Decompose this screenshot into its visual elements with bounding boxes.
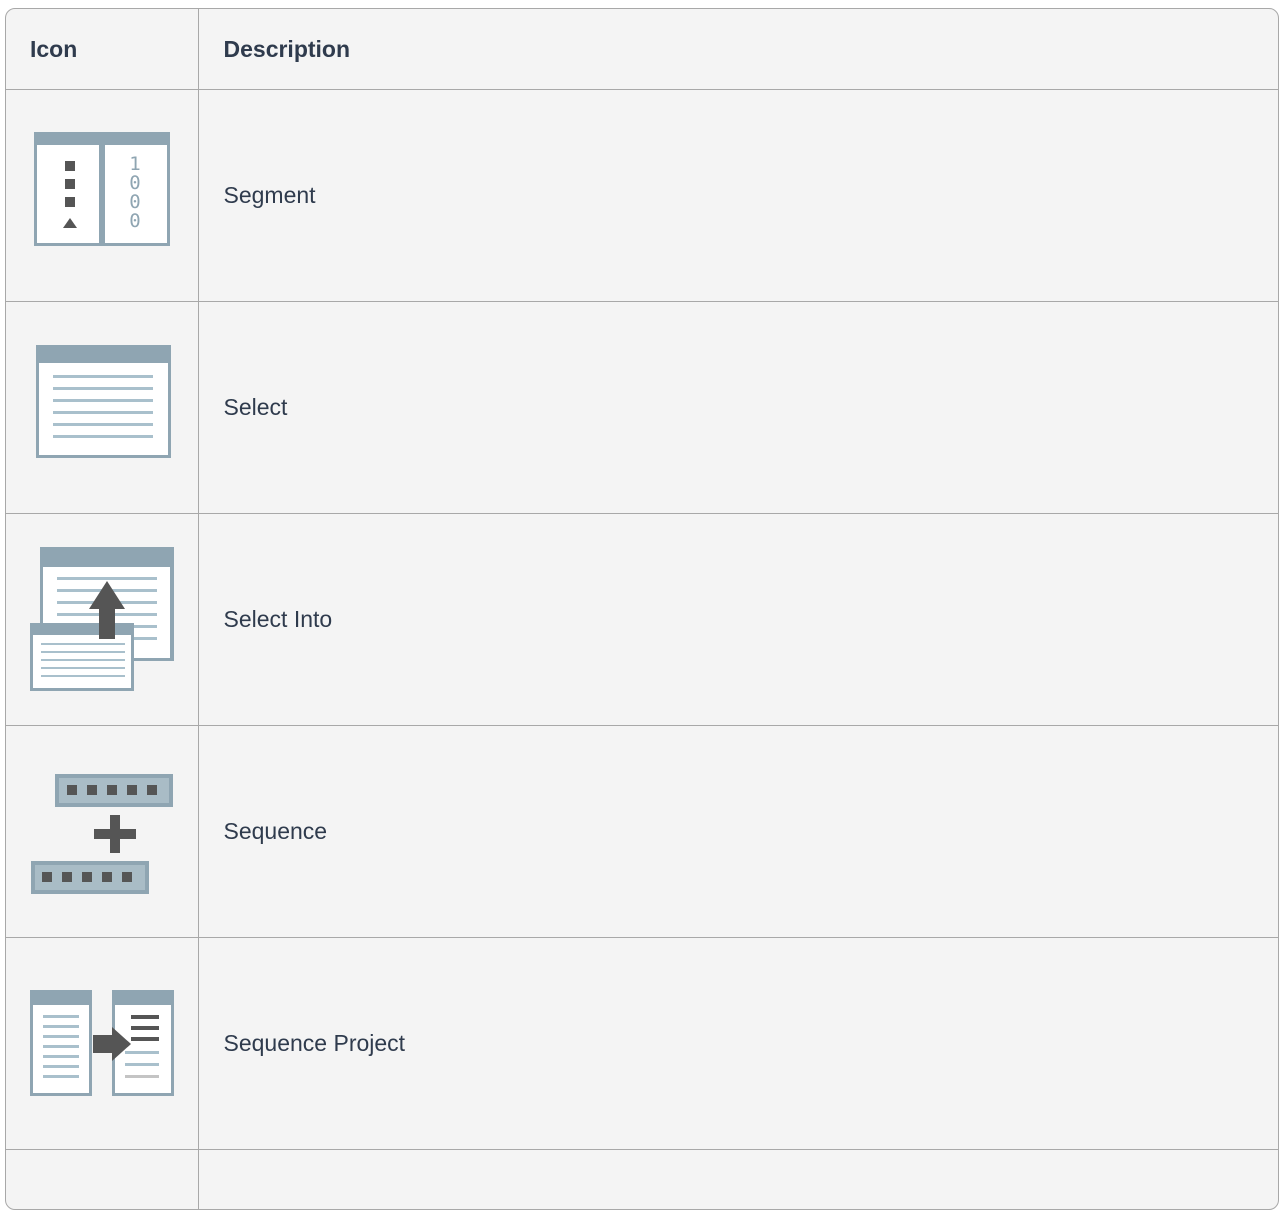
select-into-icon — [29, 547, 175, 693]
sequence-icon — [29, 759, 175, 905]
header-icon: Icon — [6, 9, 198, 90]
table-row — [6, 1150, 1278, 1210]
description-cell: Sequence — [198, 726, 1278, 938]
description-cell: Select — [198, 302, 1278, 514]
header-description: Description — [198, 9, 1278, 90]
icon-table: Icon Description 1 0 0 — [6, 9, 1278, 1210]
segment-icon: 1 0 0 0 — [29, 123, 175, 269]
table-row: Select — [6, 302, 1278, 514]
table-row: Sequence — [6, 726, 1278, 938]
description-cell: Segment — [198, 90, 1278, 302]
table-row: Sequence Project — [6, 938, 1278, 1150]
table-header-row: Icon Description — [6, 9, 1278, 90]
table-row: 1 0 0 0 Segment — [6, 90, 1278, 302]
icon-table-container: Icon Description 1 0 0 — [5, 8, 1279, 1210]
table-row: Select Into — [6, 514, 1278, 726]
sequence-project-icon — [29, 971, 175, 1117]
svg-text:0: 0 — [129, 210, 140, 232]
description-cell: Sequence Project — [198, 938, 1278, 1150]
description-cell: Select Into — [198, 514, 1278, 726]
select-icon — [29, 335, 175, 481]
